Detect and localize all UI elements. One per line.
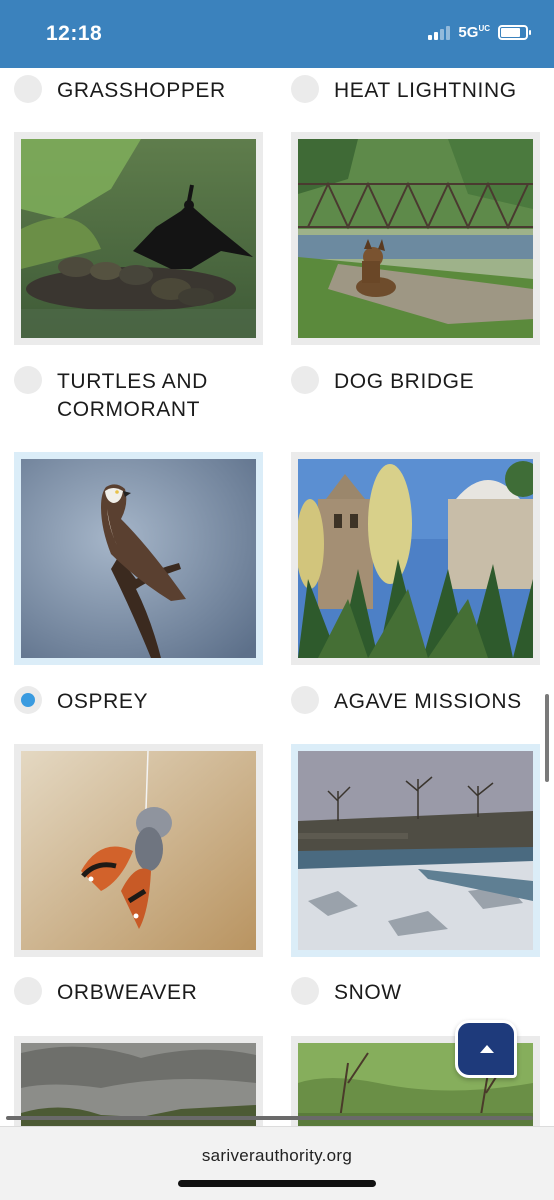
photo-dog-bridge[interactable] (291, 132, 540, 345)
option-agave-missions[interactable]: AGAVE MISSIONS (291, 686, 524, 716)
signal-strength-icon (428, 25, 451, 40)
option-label: SNOW (334, 981, 402, 1004)
status-time: 12:18 (46, 22, 103, 45)
radio-button-icon[interactable] (291, 75, 319, 103)
option-snow[interactable]: SNOW (291, 977, 524, 1007)
photo-agave-missions[interactable] (291, 452, 540, 665)
radio-button-icon[interactable] (291, 977, 319, 1005)
gallery: GRASSHOPPER HEAT LIGHTNING TURTLES AND C… (0, 68, 554, 1126)
option-label: ORBWEAVER (57, 981, 198, 1004)
home-indicator[interactable] (178, 1180, 376, 1187)
radio-button-icon[interactable] (291, 366, 319, 394)
status-icons: 5GUC (428, 24, 531, 41)
radio-button-icon[interactable] (14, 75, 42, 103)
option-label: AGAVE MISSIONS (334, 690, 522, 713)
radio-button-icon[interactable] (14, 366, 42, 394)
option-grasshopper[interactable]: GRASSHOPPER (14, 75, 247, 105)
browser-address-bar[interactable]: sariverauthority.org (0, 1126, 554, 1200)
option-label: DOG BRIDGE (334, 370, 475, 393)
photo-turtles-and-cormorant[interactable] (14, 132, 263, 345)
option-label: HEAT LIGHTNING (334, 79, 517, 102)
radio-button-icon[interactable] (14, 977, 42, 1005)
photo-storm-clouds[interactable] (14, 1036, 263, 1126)
option-label: OSPREY (57, 690, 149, 713)
option-orbweaver[interactable]: ORBWEAVER (14, 977, 247, 1007)
radio-button-icon[interactable] (291, 686, 319, 714)
status-bar: 12:18 5GUC (0, 0, 554, 68)
photo-orbweaver[interactable] (14, 744, 263, 957)
vertical-scrollbar[interactable] (545, 694, 549, 782)
battery-icon (498, 25, 531, 40)
option-label: GRASSHOPPER (57, 79, 226, 102)
chevron-up-icon[interactable] (455, 1020, 517, 1078)
option-osprey[interactable]: OSPREY (14, 686, 247, 716)
url-text[interactable]: sariverauthority.org (0, 1146, 554, 1166)
photo-osprey[interactable] (14, 452, 263, 665)
option-label: TURTLES AND CORMORANT (57, 370, 208, 421)
horizontal-scrollbar[interactable] (6, 1116, 533, 1120)
radio-button-icon[interactable] (14, 686, 42, 714)
option-turtles-and-cormorant[interactable]: TURTLES AND CORMORANT (14, 366, 247, 424)
option-dog-bridge[interactable]: DOG BRIDGE (291, 366, 524, 396)
network-type: 5GUC (458, 24, 490, 41)
option-heat-lightning[interactable]: HEAT LIGHTNING (291, 75, 524, 105)
photo-snow[interactable] (291, 744, 540, 957)
